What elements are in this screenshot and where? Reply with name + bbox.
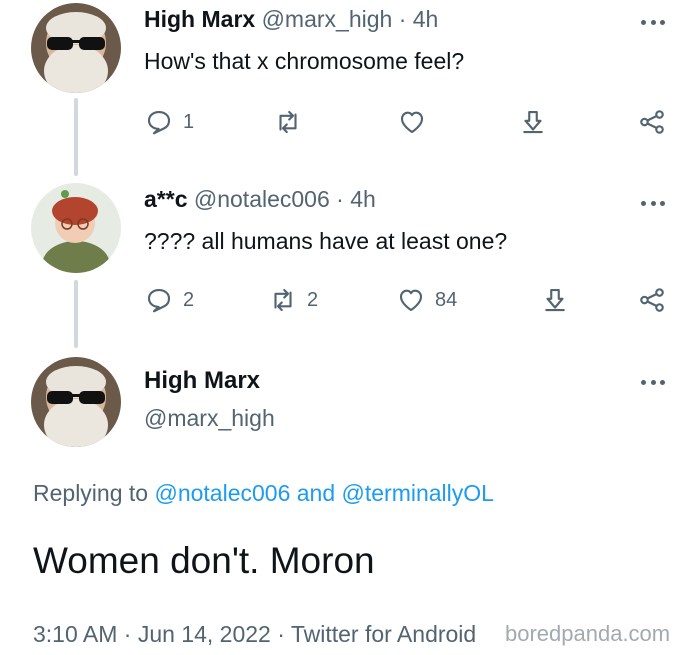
retweet-count: 2 [307,288,319,311]
tweet-header: High Marx @marx_high · 4h [144,6,438,33]
display-name[interactable]: High Marx [144,6,255,32]
tweet-text: ???? all humans have at least one? [144,228,508,254]
like-icon [399,289,423,312]
like-count: 84 [435,288,458,311]
reply-button[interactable]: 2 [144,285,194,315]
watermark: boredpanda.com [505,621,671,646]
like-button[interactable]: 84 [396,285,457,315]
replying-prefix: Replying to [33,480,149,506]
reply-count: 2 [183,288,195,311]
retweet-button[interactable] [273,107,312,137]
avatar-high-marx[interactable] [31,357,121,447]
more-icon[interactable] [638,372,668,392]
share-button[interactable] [637,285,667,315]
display-name[interactable]: a**c [144,186,187,212]
retweet-icon [274,288,292,312]
tweet-time[interactable]: · 4h [399,6,439,32]
reply-count: 1 [183,110,195,133]
replying-to: Replying to @notalec006 and @terminallyO… [33,480,494,507]
avatar-image [31,3,121,93]
retweet-button[interactable]: 2 [268,285,318,315]
retweet-icon [279,110,297,134]
bookmark-icon [545,288,565,312]
avatar-high-marx[interactable] [31,3,121,93]
avatar-notalec006[interactable] [31,183,121,273]
tweet-timestamp[interactable]: 3:10 AM · Jun 14, 2022 · Twitter for And… [33,621,476,648]
like-button[interactable] [397,107,436,137]
thread-line [74,280,78,348]
tweet-header: a**c @notalec006 · 4h [144,186,376,213]
reply-icon [147,110,171,135]
and-text: and [296,480,336,506]
handle[interactable]: @notalec006 [194,186,330,212]
tweet-time[interactable]: · 4h [336,186,376,212]
tweet-text: How's that x chromosome feel? [144,48,465,74]
more-icon[interactable] [638,12,668,32]
more-icon[interactable] [638,193,668,213]
main-tweet-text: Women don't. Moron [33,540,375,581]
avatar-image [31,357,121,447]
like-icon [400,111,424,134]
mention-link[interactable]: @notalec006 [154,480,290,506]
reply-button[interactable]: 1 [144,107,194,137]
avatar-image [31,183,121,273]
bookmark-button[interactable] [518,107,548,137]
bookmark-button[interactable] [540,285,570,315]
thread-line [74,98,78,176]
mention-link[interactable]: @terminallyOL [342,480,494,506]
main-handle[interactable]: @marx_high [144,405,275,432]
share-button[interactable] [637,107,667,137]
main-display-name[interactable]: High Marx [144,367,260,395]
share-icon [640,110,664,134]
handle[interactable]: @marx_high [262,6,393,32]
bookmark-icon [523,110,543,134]
share-icon [640,288,664,312]
reply-icon [147,288,171,313]
